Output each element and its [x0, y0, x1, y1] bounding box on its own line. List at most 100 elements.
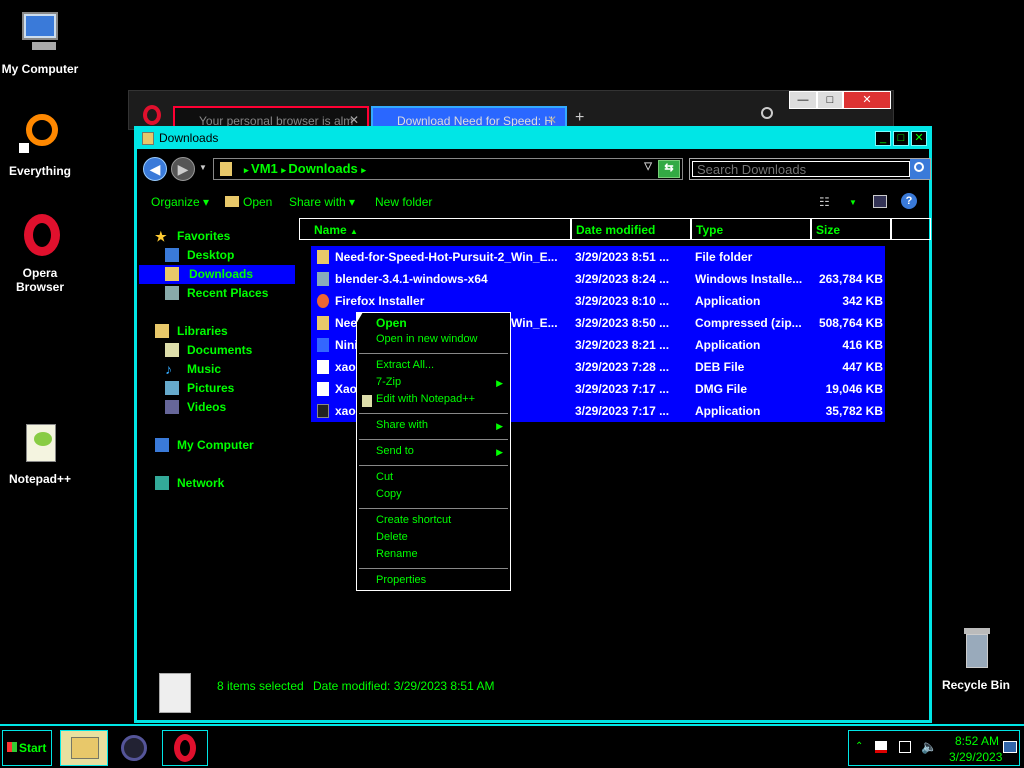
action-center-icon[interactable]: [875, 741, 887, 753]
column-header-extra[interactable]: [891, 218, 931, 240]
forward-button[interactable]: ▶: [171, 157, 195, 181]
zip-folder-icon: [317, 316, 329, 330]
column-header-name[interactable]: Name ▲: [299, 218, 571, 240]
minimize-button[interactable]: _: [875, 131, 891, 146]
menu-item-copy[interactable]: Copy: [376, 488, 402, 500]
desktop-icon-everything[interactable]: Everything: [0, 112, 80, 178]
search-icon[interactable]: [910, 159, 930, 179]
address-bar[interactable]: ▸ VM1 ▸ Downloads ▸ ▽ ⇆: [213, 158, 683, 180]
column-headers: Name ▲ Date modified Type Size: [299, 218, 931, 240]
desktop-icon-opera[interactable]: Opera Browser: [0, 214, 80, 294]
breadcrumb-vm1[interactable]: VM1: [251, 161, 278, 176]
preview-pane-icon[interactable]: [873, 195, 887, 208]
maximize-button[interactable]: □: [893, 131, 909, 146]
clock-time[interactable]: 8:52 AM: [955, 734, 999, 748]
chevron-down-icon[interactable]: ▼: [849, 198, 857, 207]
refresh-button[interactable]: ⇆: [658, 160, 680, 178]
app-icon: [121, 735, 147, 761]
new-tab-button[interactable]: +: [575, 109, 584, 127]
submenu-arrow-icon: ▶: [496, 447, 503, 457]
file-row[interactable]: Need-for-Speed-Hot-Pursuit-2_Win_E...3/2…: [311, 246, 885, 268]
open-button[interactable]: Open: [225, 195, 272, 209]
desktop-icon-recycle-bin[interactable]: Recycle Bin: [936, 626, 1016, 692]
search-icon[interactable]: [761, 107, 773, 119]
search-input[interactable]: [692, 161, 910, 177]
menu-separator: [359, 353, 508, 354]
navigation-pane: ★ Favorites Desktop Downloads Recent Plac…: [137, 221, 297, 661]
desktop-icon-notepadpp[interactable]: Notepad++: [0, 420, 80, 486]
details-pane: 8 items selected Date modified: 3/29/202…: [157, 669, 917, 719]
menu-item-cut[interactable]: Cut: [376, 471, 393, 483]
desktop-icon-label: Opera Browser: [15, 266, 65, 294]
desktop-icon-my-computer[interactable]: My Computer: [0, 10, 80, 76]
file-row[interactable]: Firefox Installer 3/29/2023 8:10 ... Appli…: [311, 290, 885, 312]
title-bar[interactable]: Downloads _ □ ✕: [137, 129, 929, 149]
close-icon[interactable]: ✕: [349, 113, 359, 127]
menu-item-open-new-window[interactable]: Open in new window: [376, 333, 478, 345]
organize-button[interactable]: Organize ▾: [151, 195, 209, 209]
breadcrumb-arrow-icon[interactable]: ▸: [244, 165, 251, 175]
menu-item-edit-notepadpp[interactable]: Edit with Notepad++: [376, 393, 475, 405]
taskbar-explorer[interactable]: [60, 730, 108, 766]
installer-icon: [317, 272, 329, 286]
close-button[interactable]: ✕: [843, 91, 891, 109]
taskbar-app[interactable]: [112, 730, 156, 766]
nav-my-computer[interactable]: My Computer: [155, 436, 295, 455]
menu-item-7zip[interactable]: 7-Zip: [376, 376, 401, 388]
clock-date[interactable]: 3/29/2023: [949, 750, 1002, 764]
folder-icon: [142, 132, 154, 145]
nav-favorites[interactable]: ★ Favorites: [155, 227, 295, 246]
show-hidden-icons-icon[interactable]: ⌃: [855, 741, 863, 752]
view-options-icon[interactable]: ☷: [819, 195, 830, 209]
explorer-window[interactable]: Downloads _ □ ✕ ◀ ▶ ▼ ▸ VM1 ▸ Downloads …: [134, 126, 932, 723]
nav-libraries[interactable]: Libraries: [155, 322, 295, 341]
everything-icon: [16, 112, 64, 160]
submenu-arrow-icon: ▶: [496, 421, 503, 431]
menu-item-rename[interactable]: Rename: [376, 548, 418, 560]
breadcrumb-downloads[interactable]: Downloads: [288, 161, 357, 176]
nav-videos[interactable]: Videos: [165, 398, 305, 417]
nav-recent-places[interactable]: Recent Places: [165, 284, 305, 303]
browser-window[interactable]: Your personal browser is alm ✕ Download …: [128, 90, 894, 131]
nav-pictures[interactable]: Pictures: [165, 379, 305, 398]
recent-pages-dropdown[interactable]: ▼: [199, 163, 207, 172]
start-button[interactable]: Start: [2, 730, 52, 766]
minimize-button[interactable]: —: [789, 91, 817, 109]
column-header-date[interactable]: Date modified: [571, 218, 691, 240]
nav-music[interactable]: ♪ Music: [165, 360, 305, 379]
menu-item-create-shortcut[interactable]: Create shortcut: [376, 514, 451, 526]
help-icon[interactable]: ?: [901, 193, 917, 209]
share-with-button[interactable]: Share with ▾: [289, 195, 355, 209]
desktop-icon-label: My Computer: [1, 62, 79, 76]
videos-icon: [165, 400, 179, 414]
network-icon: [155, 476, 169, 490]
desktop-icon-label: Notepad++: [8, 472, 71, 486]
volume-muted-icon[interactable]: 🔈: [921, 739, 937, 755]
menu-item-properties[interactable]: Properties: [376, 574, 426, 586]
column-header-type[interactable]: Type: [691, 218, 811, 240]
search-box[interactable]: [689, 158, 931, 180]
opera-logo-icon[interactable]: [143, 105, 161, 125]
nav-network[interactable]: Network: [155, 474, 295, 493]
new-folder-button[interactable]: New folder: [375, 195, 432, 209]
back-button[interactable]: ◀: [143, 157, 167, 181]
close-button[interactable]: ✕: [911, 131, 927, 146]
menu-item-send-to[interactable]: Send to: [376, 445, 414, 457]
menu-item-delete[interactable]: Delete: [376, 531, 408, 543]
nav-desktop[interactable]: Desktop: [165, 246, 305, 265]
menu-item-share-with[interactable]: Share with: [376, 419, 428, 431]
breadcrumb-arrow-icon[interactable]: ▸: [361, 165, 366, 175]
file-row[interactable]: blender-3.4.1-windows-x64 3/29/2023 8:24 …: [311, 268, 885, 290]
taskbar-opera[interactable]: [162, 730, 208, 766]
maximize-button[interactable]: □: [817, 91, 843, 109]
menu-item-open[interactable]: Open: [376, 316, 407, 330]
address-area: ◀ ▶ ▼ ▸ VM1 ▸ Downloads ▸ ▽ ⇆: [141, 151, 931, 185]
menu-item-extract-all[interactable]: Extract All...: [376, 359, 434, 371]
nav-documents[interactable]: Documents: [165, 341, 305, 360]
show-desktop-button[interactable]: [1003, 741, 1017, 753]
close-icon[interactable]: ✕: [547, 113, 557, 127]
nav-downloads[interactable]: Downloads: [139, 265, 295, 284]
column-header-size[interactable]: Size: [811, 218, 891, 240]
address-dropdown-icon[interactable]: ▽: [644, 161, 652, 172]
network-icon[interactable]: [899, 741, 911, 753]
